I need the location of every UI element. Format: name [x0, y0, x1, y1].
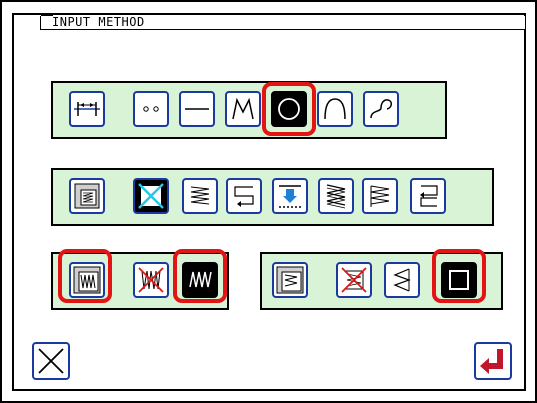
- step-zigzag-icon: [370, 185, 390, 207]
- point-spacing-icon: [74, 102, 100, 116]
- curve-icon: [370, 99, 392, 119]
- straight-line-button[interactable]: [179, 91, 215, 127]
- page-title: INPUT METHOD: [52, 15, 145, 29]
- downward-arrow-icon: [279, 185, 301, 208]
- polyline-button[interactable]: [225, 91, 261, 127]
- arc-button[interactable]: [317, 91, 353, 127]
- step-zigzag-button[interactable]: [362, 178, 398, 214]
- arc-icon: [324, 98, 346, 120]
- straight-line-icon: [185, 108, 209, 110]
- zigzag-stitch-button[interactable]: [182, 178, 218, 214]
- point-spacing-button[interactable]: [69, 91, 105, 127]
- crossed-zigzag-icon: [138, 267, 164, 293]
- curve-button[interactable]: [363, 91, 399, 127]
- pattern-cross-button[interactable]: [133, 178, 169, 214]
- zigzag-triangle-icon: [393, 268, 411, 292]
- point-icon: [143, 106, 159, 112]
- return-arrow-icon: [420, 185, 438, 207]
- list-button[interactable]: [272, 262, 308, 298]
- sewing-list-icon: [74, 183, 100, 209]
- crossed-pattern-button[interactable]: [336, 262, 372, 298]
- circle-highlight: [262, 82, 316, 136]
- square-selected-highlight: [432, 249, 486, 303]
- main-panel: INPUT METHOD: [12, 13, 526, 391]
- zigzag-triangle-button[interactable]: [384, 262, 420, 298]
- close-icon: [38, 348, 64, 374]
- sewing-list-button[interactable]: [69, 178, 105, 214]
- enter-button[interactable]: [474, 342, 512, 380]
- polyline-icon: [232, 97, 254, 120]
- downward-arrow-button[interactable]: [272, 178, 308, 214]
- list-icon: [276, 266, 304, 294]
- return-arrow-button[interactable]: [410, 178, 446, 214]
- enter-icon: [480, 349, 503, 374]
- cancel-button[interactable]: [32, 342, 70, 380]
- crossed-zigzag-button[interactable]: [133, 262, 169, 298]
- zigzag-selected-highlight: [173, 249, 227, 303]
- multi-zigzag-icon: [326, 184, 346, 209]
- multi-zigzag-button[interactable]: [318, 178, 354, 214]
- pattern-cross-icon: [138, 183, 164, 209]
- crossed-pattern-icon: [341, 267, 367, 293]
- back-tack-icon: [234, 186, 254, 207]
- zigzag-pattern-highlight: [58, 249, 112, 303]
- back-tack-button[interactable]: [226, 178, 262, 214]
- point-button[interactable]: [133, 91, 169, 127]
- zigzag-stitch-icon: [190, 186, 210, 205]
